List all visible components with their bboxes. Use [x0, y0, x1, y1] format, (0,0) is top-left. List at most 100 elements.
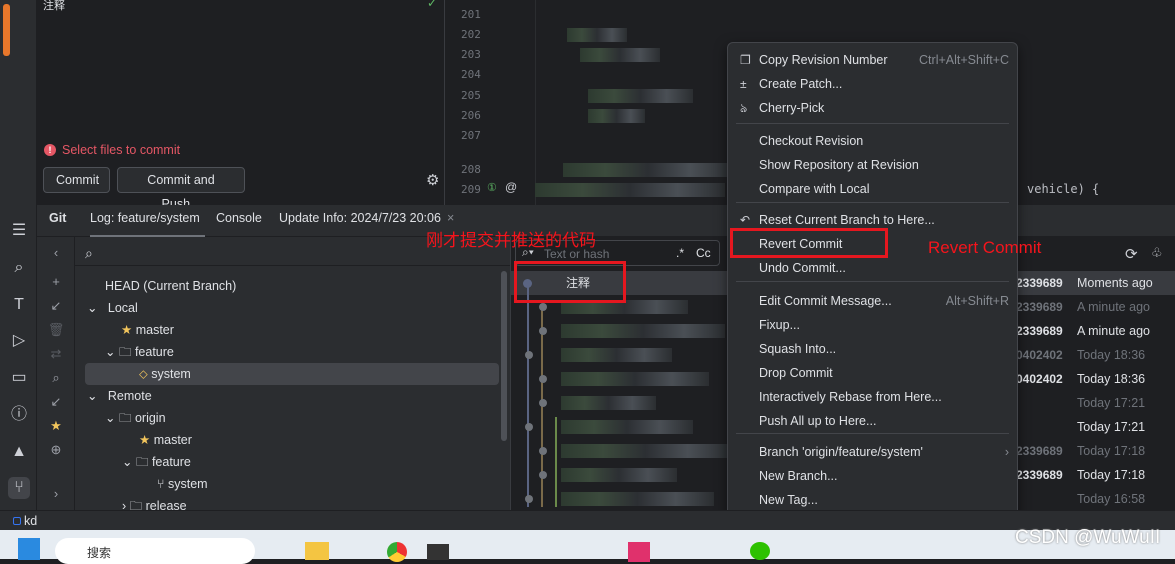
menu-item-compare-with-local[interactable]: Compare with Local	[736, 177, 1009, 201]
terminal-app-icon[interactable]	[427, 544, 449, 560]
tree-origin-master[interactable]: ★ master	[139, 429, 192, 451]
menu-separator	[736, 281, 1009, 282]
blurred-message	[561, 420, 693, 434]
cherry-pick-icon[interactable]: ♧	[1151, 245, 1163, 261]
blurred-message	[561, 468, 677, 482]
commit-button[interactable]: Commit	[43, 167, 110, 193]
tree-local-master[interactable]: ★ master	[121, 319, 174, 341]
status-bar: kd	[0, 510, 1175, 530]
tree-label: master	[153, 433, 192, 447]
refresh-icon[interactable]: ⟳	[1125, 245, 1138, 263]
menu-item-label: Copy Revision Number	[759, 53, 888, 67]
tab-console[interactable]: Console	[216, 205, 262, 237]
tree-local[interactable]: ⌄ Local	[87, 297, 138, 319]
commit-date: Today 17:18	[1077, 468, 1146, 482]
cherry-icon: ঌ	[740, 101, 748, 115]
menu-item-new-tag[interactable]: New Tag...	[736, 488, 1009, 512]
tool-window-title: Git	[49, 211, 67, 225]
menu-item-cherry-pick[interactable]: ঌ Cherry-Pick	[736, 96, 1009, 120]
menu-item-create-patch[interactable]: ± Create Patch...	[736, 72, 1009, 96]
menu-item-show-repository-at-revision[interactable]: Show Repository at Revision	[736, 153, 1009, 177]
blurred-code	[535, 183, 725, 197]
menu-item-label: Edit Commit Message...	[759, 294, 892, 308]
menu-item-push-all-up-to-here[interactable]: Push All up to Here...	[736, 409, 1009, 433]
code-text: vehicle) {	[1027, 182, 1100, 196]
git-icon[interactable]: ⑂	[8, 477, 30, 499]
update-icon[interactable]: ↙	[47, 298, 65, 314]
highlight-box	[730, 228, 888, 258]
commit-author: 2339689	[1016, 468, 1063, 482]
menu-item-copy-revision-number[interactable]: ❐ Copy Revision Number Ctrl+Alt+Shift+C	[736, 48, 1009, 72]
tree-origin-feature[interactable]: ⌄ 🗀 feature	[122, 451, 191, 473]
build-icon[interactable]: T	[8, 294, 30, 316]
intellij-icon[interactable]	[628, 542, 650, 562]
compare-icon[interactable]: ⇄	[47, 346, 65, 362]
chrome-icon[interactable]	[387, 542, 407, 562]
problems-icon[interactable]: ⓘ	[8, 404, 30, 426]
tree-label: feature	[134, 345, 174, 359]
tree-local-system[interactable]: ⬦ system	[85, 363, 499, 385]
tab-log[interactable]: Log: feature/system	[90, 205, 205, 237]
menu-item-label: Squash Into...	[759, 342, 837, 356]
taskbar: 搜索 CSDN @WuWuII	[0, 527, 1175, 564]
terminal-icon[interactable]: ▭	[8, 367, 30, 389]
commit-and-push-button[interactable]: Commit and Push...	[117, 167, 245, 211]
context-menu: ❐ Copy Revision Number Ctrl+Alt+Shift+C ± Cr…	[727, 42, 1018, 542]
menu-item-new-branch[interactable]: New Branch...	[736, 464, 1009, 488]
menu-item-shortcut: Alt+Shift+R	[945, 294, 1009, 308]
tab-update-info[interactable]: Update Info: 2024/7/23 20:06	[279, 205, 441, 237]
commit-message-text[interactable]: 注释	[43, 0, 65, 13]
list-icon[interactable]: ☰	[8, 220, 30, 242]
menu-item-label: Push All up to Here...	[759, 414, 877, 428]
regex-toggle[interactable]: .*	[676, 246, 684, 260]
warning-icon[interactable]: ▲	[8, 441, 30, 463]
tree-local-feature[interactable]: ⌄ 🗀 feature	[105, 341, 174, 363]
tree-label: system	[151, 367, 191, 381]
wechat-icon[interactable]	[750, 542, 770, 560]
line-number: 201	[461, 8, 481, 21]
menu-item-undo-commit[interactable]: Undo Commit...	[736, 256, 1009, 280]
match-case-toggle[interactable]: Cc	[696, 246, 711, 260]
folder-app-icon[interactable]	[305, 542, 329, 560]
at-icon[interactable]: @	[505, 180, 517, 194]
menu-item-squash-into[interactable]: Squash Into...	[736, 337, 1009, 361]
blurred-code	[588, 89, 693, 103]
tree-head[interactable]: HEAD (Current Branch)	[105, 275, 236, 297]
fetch-icon[interactable]: ↙	[47, 394, 65, 410]
blurred-code	[580, 48, 660, 62]
tree-origin-system[interactable]: ⑂ system	[157, 473, 208, 495]
scrollbar[interactable]	[501, 271, 507, 441]
commit-node	[539, 447, 547, 455]
commit-node	[539, 303, 547, 311]
commit-author: 2339689	[1016, 444, 1063, 458]
run-icon[interactable]: ▷	[8, 330, 30, 352]
menu-item-branch-origin-feature-system[interactable]: Branch 'origin/feature/system' ›	[736, 440, 1009, 464]
menu-item-interactively-rebase-from-here[interactable]: Interactively Rebase from Here...	[736, 385, 1009, 409]
menu-item-checkout-revision[interactable]: Checkout Revision	[736, 129, 1009, 153]
star-icon[interactable]: ★	[47, 418, 65, 434]
commit-node	[539, 399, 547, 407]
project-name[interactable]: kd	[24, 514, 37, 528]
windows-start-icon[interactable]	[18, 538, 40, 560]
chevron-left-icon[interactable]: ‹	[47, 245, 65, 260]
tree-release[interactable]: › 🗀 release	[122, 495, 187, 510]
star-icon: ★	[139, 433, 151, 447]
menu-item-drop-commit[interactable]: Drop Commit	[736, 361, 1009, 385]
gear-icon[interactable]: ⚙	[426, 171, 439, 189]
implementation-icon[interactable]: ①	[487, 181, 497, 194]
warning-text: Select files to commit	[62, 143, 181, 157]
menu-item-label: Fixup...	[759, 318, 800, 332]
delete-icon[interactable]: 🗑	[47, 322, 65, 338]
taskbar-search[interactable]: 搜索	[55, 538, 255, 564]
menu-item-fixup[interactable]: Fixup...	[736, 313, 1009, 337]
tree-origin[interactable]: ⌄ 🗀 origin	[105, 407, 166, 429]
search-icon[interactable]: ⌕	[47, 370, 65, 386]
annotation-text: Revert Commit	[928, 238, 1042, 257]
commit-author: 2339689	[1016, 300, 1063, 314]
plus-icon[interactable]: +	[47, 274, 65, 289]
chevron-right-icon[interactable]: ›	[47, 486, 65, 501]
tree-remote[interactable]: ⌄ Remote	[87, 385, 152, 407]
search-icon[interactable]: ⌕	[8, 257, 30, 279]
menu-item-edit-commit-message[interactable]: Edit Commit Message... Alt+Shift+R	[736, 289, 1009, 313]
locate-icon[interactable]: ⊕	[47, 442, 65, 458]
